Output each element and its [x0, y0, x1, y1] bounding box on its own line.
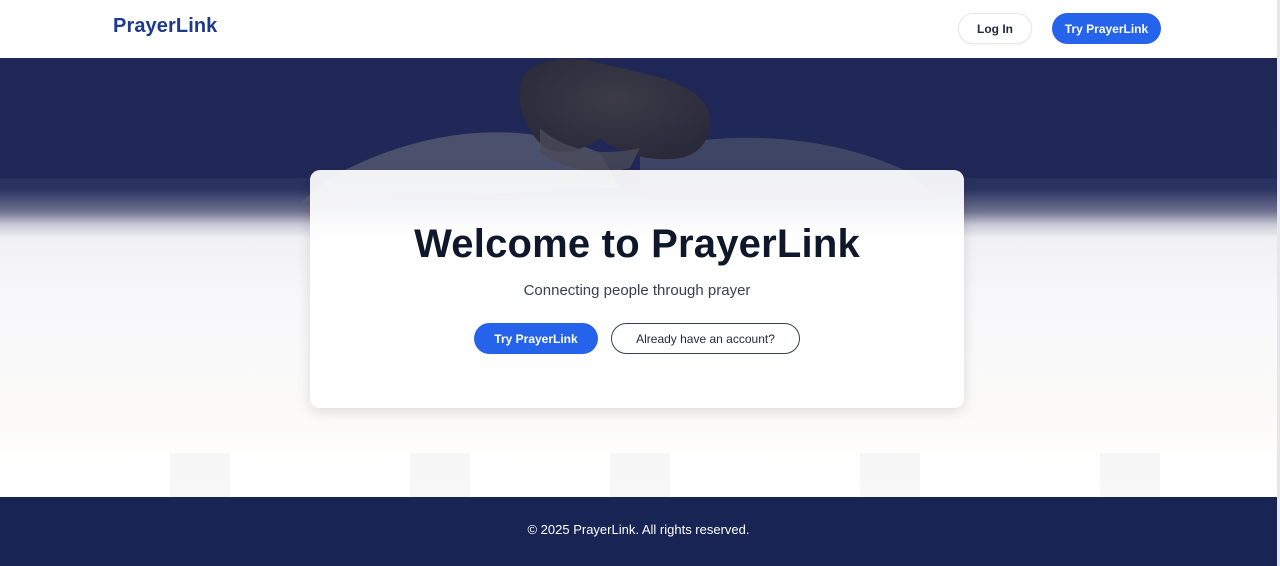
already-have-account-button[interactable]: Already have an account?	[611, 323, 800, 354]
page: PrayerLink Log In Try PrayerLink Welcome…	[0, 0, 1280, 566]
page-title: Welcome to PrayerLink	[414, 222, 860, 266]
try-prayerlink-nav-button[interactable]: Try PrayerLink	[1052, 13, 1161, 44]
copyright-text: © 2025 PrayerLink. All rights reserved.	[527, 522, 750, 537]
brand-logo[interactable]: PrayerLink	[113, 15, 217, 38]
try-prayerlink-button[interactable]: Try PrayerLink	[474, 323, 598, 354]
login-button[interactable]: Log In	[958, 13, 1032, 44]
top-navbar: PrayerLink Log In Try PrayerLink	[0, 0, 1277, 58]
footer: © 2025 PrayerLink. All rights reserved.	[0, 497, 1277, 566]
welcome-card: Welcome to PrayerLink Connecting people …	[310, 170, 964, 408]
hero-section: Welcome to PrayerLink Connecting people …	[0, 58, 1277, 497]
hero-subtitle: Connecting people through prayer	[523, 282, 751, 299]
